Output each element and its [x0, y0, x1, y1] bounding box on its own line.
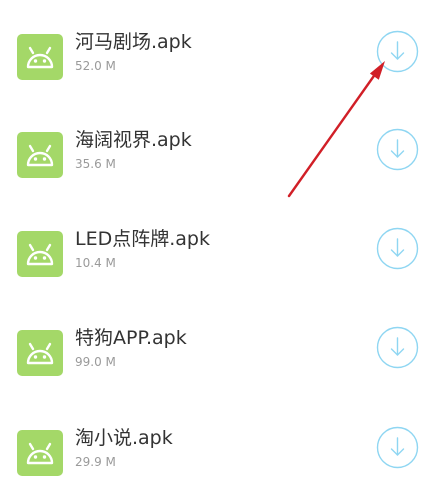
app-size: 35.6 M	[75, 157, 116, 171]
download-icon	[376, 30, 419, 73]
android-icon	[17, 34, 63, 80]
list-item[interactable]: 特狗APP.apk 99.0 M	[0, 320, 437, 380]
download-icon	[376, 227, 419, 270]
download-icon	[376, 426, 419, 469]
list-item[interactable]: 海阔视界.apk 35.6 M	[0, 122, 437, 182]
android-icon	[17, 132, 63, 178]
download-button[interactable]	[376, 128, 419, 171]
android-icon	[17, 430, 63, 476]
list-item[interactable]: 河马剧场.apk 52.0 M	[0, 24, 437, 84]
android-icon	[17, 330, 63, 376]
apk-file-list: 河马剧场.apk 52.0 M 海阔视界.apk 35.6 M LED点阵牌.a…	[0, 0, 437, 480]
list-item[interactable]: 淘小说.apk 29.9 M	[0, 420, 437, 480]
android-icon	[17, 231, 63, 277]
app-name: 特狗APP.apk	[75, 327, 187, 349]
download-icon	[376, 128, 419, 171]
download-button[interactable]	[376, 227, 419, 270]
download-button[interactable]	[376, 30, 419, 73]
app-size: 10.4 M	[75, 256, 116, 270]
app-size: 52.0 M	[75, 59, 116, 73]
download-button[interactable]	[376, 426, 419, 469]
app-name: LED点阵牌.apk	[75, 228, 210, 250]
app-size: 99.0 M	[75, 355, 116, 369]
app-name: 河马剧场.apk	[75, 31, 192, 53]
download-icon	[376, 326, 419, 369]
app-name: 海阔视界.apk	[75, 129, 192, 151]
list-item[interactable]: LED点阵牌.apk 10.4 M	[0, 221, 437, 281]
app-size: 29.9 M	[75, 455, 116, 469]
app-name: 淘小说.apk	[75, 427, 173, 449]
download-button[interactable]	[376, 326, 419, 369]
